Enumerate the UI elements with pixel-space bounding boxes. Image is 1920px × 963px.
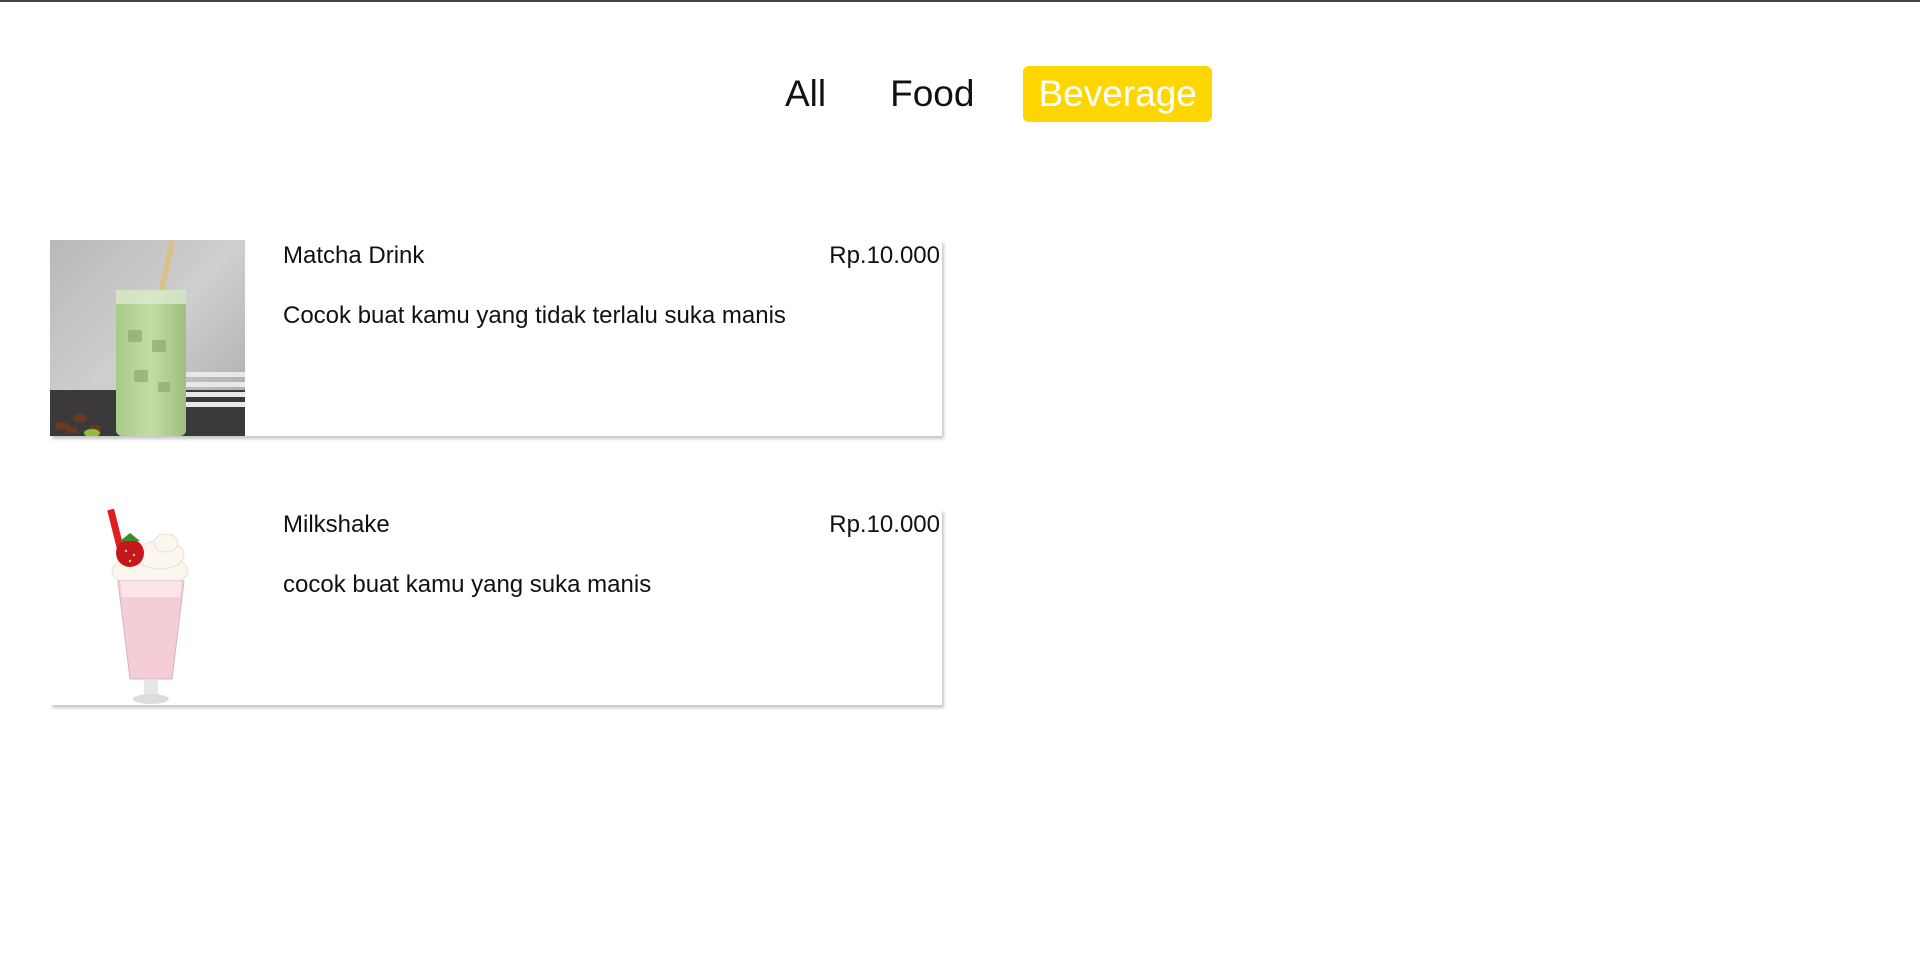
menu-item-name: Matcha Drink xyxy=(283,242,425,269)
filter-beverage-button[interactable]: Beverage xyxy=(1023,66,1212,122)
menu-item-description: cocok buat kamu yang suka manis xyxy=(283,571,652,598)
menu-item-name: Milkshake xyxy=(283,511,390,538)
filter-food-button[interactable]: Food xyxy=(875,66,989,122)
milkshake-image xyxy=(50,509,245,705)
menu-item-price: Rp.10.000 xyxy=(829,511,940,538)
filter-all-button[interactable]: All xyxy=(770,66,841,122)
top-border xyxy=(0,0,1920,2)
menu-item-card[interactable]: Matcha Drink Rp.10.000 Cocok buat kamu y… xyxy=(50,240,942,436)
menu-item-price: Rp.10.000 xyxy=(829,242,940,269)
matcha-drink-image xyxy=(50,240,245,436)
menu-item-card[interactable]: Milkshake Rp.10.000 cocok buat kamu yang… xyxy=(50,509,942,705)
menu-item-description: Cocok buat kamu yang tidak terlalu suka … xyxy=(283,302,786,329)
